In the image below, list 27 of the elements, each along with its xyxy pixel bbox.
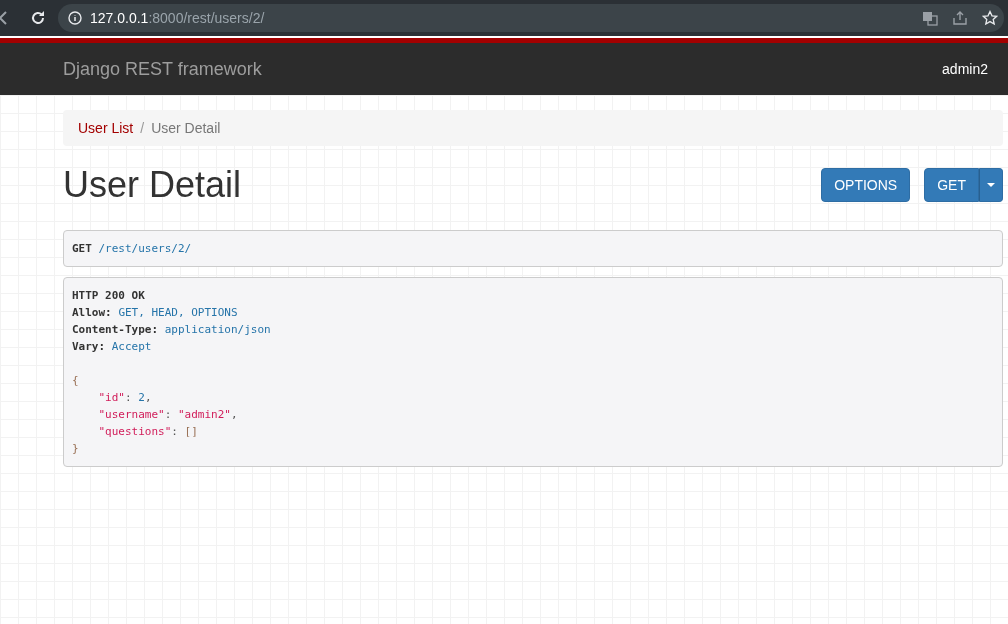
json-line: "username": "admin2", [97,407,239,423]
reload-icon[interactable] [30,10,46,26]
caret-icon [987,183,995,187]
url-text: 127.0.0.1:8000/rest/users/2/ [90,10,265,26]
method-button[interactable]: OPTIONS [821,168,911,202]
json-brace: { [72,373,80,389]
star-icon[interactable] [982,10,998,26]
address-bar[interactable]: 127.0.0.1:8000/rest/users/2/ [58,4,1004,32]
page-title: User Detail [63,164,242,206]
header-line: Vary: Accept [72,339,153,355]
header-line: Allow: GET, HEAD, OPTIONS [72,305,239,321]
info-icon[interactable] [68,11,82,25]
json-brace: } [72,441,80,457]
breadcrumb-link[interactable]: User Detail [151,120,221,136]
header-line: Content-Type: application/json [72,322,272,338]
user-name[interactable]: admin2 [942,61,988,77]
breadcrumb-separator: / [139,120,146,136]
status-line: HTTP 200 OK [72,288,146,304]
json-line: "id": 2, [97,390,153,406]
breadcrumb-link[interactable]: User List [78,120,134,136]
translate-icon[interactable] [922,10,938,26]
request-line: GET /rest/users/2/ [72,241,193,257]
dropdown-button[interactable] [979,168,1003,202]
brand-link[interactable]: Django REST framework [63,58,262,80]
share-icon[interactable] [952,10,968,26]
method-button[interactable]: GET [924,168,979,202]
json-line: "questions": [] [97,424,199,440]
